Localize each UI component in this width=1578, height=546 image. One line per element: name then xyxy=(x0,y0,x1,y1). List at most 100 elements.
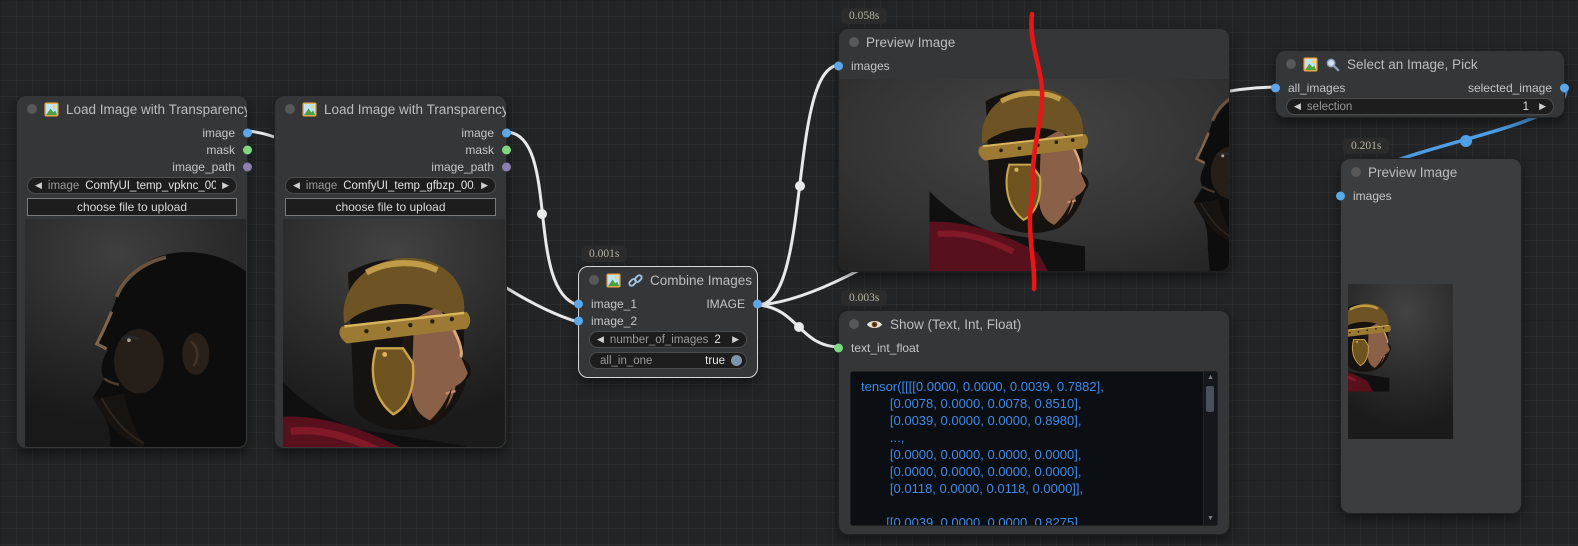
node-preview-image-right[interactable]: 0.201s Preview Image images xyxy=(1340,158,1522,514)
upload-button[interactable]: choose file to upload xyxy=(27,198,237,216)
port-label: image_path xyxy=(431,160,494,174)
combo-next-icon[interactable]: ▶ xyxy=(481,180,488,191)
node-title-bar[interactable]: Load Image with Transparency □ xyxy=(275,96,506,122)
port-dot-image[interactable] xyxy=(243,128,252,137)
execution-time-badge: 0.201s xyxy=(1343,138,1389,154)
tensor-output-textarea[interactable]: tensor([[[[0.0000, 0.0000, 0.0039, 0.788… xyxy=(850,371,1218,526)
output-port-image-path[interactable]: image_path xyxy=(275,158,506,175)
output-port-mask[interactable]: mask xyxy=(17,141,247,158)
input-port-images[interactable]: images xyxy=(839,57,1229,74)
port-dot-all-images[interactable] xyxy=(1271,83,1280,92)
port-label: images xyxy=(851,59,890,73)
upload-button[interactable]: choose file to upload xyxy=(285,198,496,216)
combo-value: ComfyUI_temp_gfbzp_00... xyxy=(343,180,475,192)
image-icon xyxy=(606,273,621,288)
toggle-knob[interactable] xyxy=(731,355,742,366)
node-title-bar[interactable]: Select an Image, Pick xyxy=(1276,51,1564,77)
port-dot-mask[interactable] xyxy=(502,145,511,154)
input-port-text-int-float[interactable]: text_int_float xyxy=(839,339,1229,356)
port-dot-image-2[interactable] xyxy=(574,316,583,325)
port-row-allimages-selectedimage: all_images selected_image xyxy=(1276,79,1564,96)
node-show-text-int-float[interactable]: 0.003s Show (Text, Int, Float) text_int_… xyxy=(838,310,1230,535)
input-port-all-images[interactable]: all_images xyxy=(1288,81,1345,95)
magnifier-icon xyxy=(1325,57,1340,72)
all-in-one-toggle[interactable]: all_in_one true xyxy=(589,352,747,369)
node-title: Show (Text, Int, Float) xyxy=(890,317,1021,332)
node-title: Select an Image, Pick xyxy=(1347,57,1478,72)
combo-label: image xyxy=(48,180,79,192)
output-port-image[interactable]: image xyxy=(275,124,506,141)
collapse-dot[interactable] xyxy=(849,37,859,47)
node-load-image-1[interactable]: Load Image with Transparency □ image mas… xyxy=(16,95,248,449)
graph-canvas[interactable]: { "glyphs": { "arrow_left": "◀", "arrow_… xyxy=(0,0,1578,546)
port-dot-image[interactable] xyxy=(502,128,511,137)
node-title-bar[interactable]: Preview Image xyxy=(1341,159,1521,185)
link-combine-to-show[interactable] xyxy=(758,305,840,347)
output-port-selected-image[interactable]: selected_image xyxy=(1468,81,1552,95)
port-label: images xyxy=(1353,189,1392,203)
combo-prev-icon[interactable]: ◀ xyxy=(293,180,300,191)
port-dot-selected-image[interactable] xyxy=(1560,83,1569,92)
port-label: mask xyxy=(206,143,235,157)
collapse-dot[interactable] xyxy=(849,319,859,329)
output-port-mask[interactable]: mask xyxy=(275,141,506,158)
decrement-icon[interactable]: ◀ xyxy=(1294,101,1301,112)
port-dot-image-1[interactable] xyxy=(574,299,583,308)
decrement-icon[interactable]: ◀ xyxy=(597,334,604,345)
node-title-bar[interactable]: Show (Text, Int, Float) xyxy=(839,311,1229,337)
combo-label: image xyxy=(306,180,337,192)
image-combo-widget[interactable]: ◀ image ComfyUI_temp_gfbzp_00... ▶ xyxy=(285,177,496,194)
node-combine-images[interactable]: 0.001s Combine Images image_1 IMAGE imag… xyxy=(578,266,758,378)
increment-icon[interactable]: ▶ xyxy=(732,334,739,345)
selection-widget[interactable]: ◀ selection 1 ▶ xyxy=(1286,98,1554,115)
combo-next-icon[interactable]: ▶ xyxy=(222,180,229,191)
execution-time-badge: 0.001s xyxy=(581,246,627,262)
port-dot-images[interactable] xyxy=(834,61,843,70)
port-dot-text-int-float[interactable] xyxy=(834,343,843,352)
increment-icon[interactable]: ▶ xyxy=(1539,101,1546,112)
number-of-images-widget[interactable]: ◀ number_of_images 2 ▶ xyxy=(589,331,747,348)
widget-label: number_of_images xyxy=(610,334,708,346)
image-preview-two-faces xyxy=(839,79,1229,271)
node-preview-image-top[interactable]: 0.058s Preview Image images xyxy=(838,28,1230,272)
collapse-dot[interactable] xyxy=(285,104,295,114)
image-icon xyxy=(302,102,317,117)
port-dot-image-path[interactable] xyxy=(243,162,252,171)
collapse-dot[interactable] xyxy=(589,275,599,285)
input-port-images[interactable]: images xyxy=(1341,187,1521,204)
link-load2-image-to-combine-image1[interactable] xyxy=(507,132,578,305)
scroll-down-icon[interactable]: ▼ xyxy=(1204,513,1217,525)
link-midpoint-dot xyxy=(537,209,547,219)
collapse-dot[interactable] xyxy=(27,104,37,114)
node-load-image-2[interactable]: Load Image with Transparency □ image mas… xyxy=(274,95,507,449)
port-label: image_2 xyxy=(591,314,637,328)
node-title: Preview Image xyxy=(1368,165,1457,180)
port-dot-image-path[interactable] xyxy=(502,162,511,171)
combo-prev-icon[interactable]: ◀ xyxy=(35,180,42,191)
node-select-an-image[interactable]: Select an Image, Pick all_images selecte… xyxy=(1275,50,1565,118)
toggle-value: true xyxy=(705,355,725,367)
widget-value: 2 xyxy=(714,334,726,346)
output-port-IMAGE[interactable]: IMAGE xyxy=(706,297,745,311)
scrollbar-thumb[interactable] xyxy=(1206,386,1214,412)
output-port-image[interactable]: image xyxy=(17,124,247,141)
link-combine-to-preview-top[interactable] xyxy=(758,65,840,305)
port-dot-mask[interactable] xyxy=(243,145,252,154)
node-title-bar[interactable]: Preview Image xyxy=(839,29,1229,55)
input-port-image-1[interactable]: image_1 xyxy=(591,297,637,311)
node-title-bar[interactable]: Load Image with Transparency □ xyxy=(17,96,247,122)
link-icon xyxy=(628,273,643,288)
scroll-up-icon[interactable]: ▲ xyxy=(1204,372,1217,384)
node-title-bar[interactable]: Combine Images xyxy=(579,267,757,293)
image-combo-widget[interactable]: ◀ image ComfyUI_temp_vpknc_00... ▶ xyxy=(27,177,237,194)
port-label: image xyxy=(202,126,235,140)
collapse-dot[interactable] xyxy=(1286,59,1296,69)
input-port-image-2[interactable]: image_2 xyxy=(579,312,757,329)
port-dot-IMAGE[interactable] xyxy=(753,299,762,308)
collapse-dot[interactable] xyxy=(1351,167,1361,177)
port-dot-images[interactable] xyxy=(1336,191,1345,200)
output-port-image-path[interactable]: image_path xyxy=(17,158,247,175)
node-title: Load Image with Transparency xyxy=(324,102,506,117)
scrollbar[interactable]: ▲ ▼ xyxy=(1203,372,1217,525)
image-icon xyxy=(1303,57,1318,72)
